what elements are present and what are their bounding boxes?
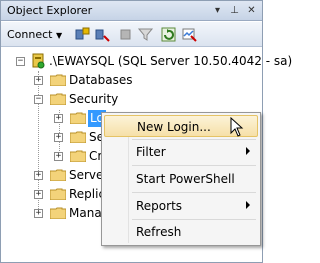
menu-item-filter[interactable]: Filter bbox=[104, 141, 258, 163]
tree-node-server-roles[interactable]: + Se bbox=[13, 128, 104, 148]
folder-icon bbox=[70, 131, 86, 143]
tree-node-logins[interactable]: + Lo bbox=[13, 109, 106, 129]
chevron-down-icon: ▼ bbox=[55, 31, 63, 40]
menu-item-label: New Login... bbox=[137, 120, 211, 134]
node-label: Databases bbox=[69, 73, 133, 87]
expand-icon[interactable]: + bbox=[34, 171, 43, 180]
collapse-icon[interactable]: − bbox=[16, 57, 25, 66]
menu-item-label: Reports bbox=[136, 199, 183, 213]
expand-icon[interactable]: + bbox=[54, 133, 63, 142]
submenu-arrow-icon bbox=[246, 201, 250, 209]
refresh-icon[interactable] bbox=[161, 27, 176, 42]
submenu-arrow-icon bbox=[246, 147, 250, 155]
menu-item-label: Filter bbox=[136, 145, 166, 159]
collapse-icon[interactable]: − bbox=[34, 95, 43, 104]
expand-icon[interactable]: + bbox=[54, 152, 63, 161]
tree-node-management[interactable]: + Manag bbox=[13, 204, 109, 224]
stop-icon[interactable] bbox=[118, 27, 133, 42]
expand-icon[interactable]: + bbox=[34, 76, 43, 85]
folder-icon bbox=[50, 74, 66, 86]
tree-node-databases[interactable]: + Databases bbox=[13, 71, 213, 91]
expand-icon[interactable]: + bbox=[34, 190, 43, 199]
menu-item-label: Refresh bbox=[136, 225, 182, 239]
folder-icon bbox=[70, 112, 86, 124]
panel-title: Object Explorer bbox=[7, 4, 93, 17]
close-icon[interactable]: ✕ bbox=[245, 4, 258, 17]
connect-object-explorer-icon[interactable] bbox=[75, 27, 90, 42]
node-label: Replic bbox=[69, 187, 106, 201]
pin-icon[interactable]: ⊥ bbox=[228, 4, 241, 17]
tree-node-server[interactable]: − .\EWAYSQL (SQL Server 10.50.4042 - sa) bbox=[13, 52, 292, 72]
tree-node-security[interactable]: − Security bbox=[13, 90, 213, 110]
connect-label: Connect bbox=[7, 28, 53, 41]
folder-icon bbox=[50, 169, 66, 181]
server-name: .\EWAYSQL (SQL Server 10.50.4042 - sa) bbox=[49, 54, 293, 68]
menu-separator bbox=[132, 192, 256, 193]
menu-separator bbox=[132, 139, 256, 140]
menu-item-start-powershell[interactable]: Start PowerShell bbox=[104, 168, 258, 190]
tree-node-server-objects[interactable]: + Server bbox=[13, 166, 108, 186]
activity-monitor-icon[interactable] bbox=[182, 27, 197, 42]
dropdown-icon[interactable]: ▾ bbox=[211, 4, 224, 17]
object-explorer-panel: Object Explorer ▾ ⊥ ✕ Connect ▼ − .\EWAY… bbox=[0, 0, 292, 263]
connect-button[interactable]: Connect ▼ bbox=[7, 28, 62, 41]
menu-item-reports[interactable]: Reports bbox=[104, 195, 258, 217]
node-label: Security bbox=[69, 92, 119, 106]
title-bar: Object Explorer ▾ ⊥ ✕ bbox=[1, 1, 262, 21]
folder-icon bbox=[50, 188, 66, 200]
toolbar: Connect ▼ bbox=[1, 22, 262, 47]
filter-icon[interactable] bbox=[138, 27, 153, 42]
database-server-icon bbox=[32, 53, 45, 69]
expand-icon[interactable]: + bbox=[54, 114, 63, 123]
disconnect-icon[interactable] bbox=[95, 27, 110, 42]
mouse-cursor-icon bbox=[230, 117, 244, 137]
menu-item-label: Start PowerShell bbox=[136, 172, 235, 186]
expand-icon[interactable]: + bbox=[34, 209, 43, 218]
menu-item-refresh[interactable]: Refresh bbox=[104, 221, 258, 243]
menu-separator bbox=[132, 219, 256, 220]
menu-separator bbox=[132, 165, 256, 166]
folder-icon bbox=[70, 150, 86, 162]
tree-node-replication[interactable]: + Replic bbox=[13, 185, 106, 205]
tree-node-credentials[interactable]: + Cr bbox=[13, 147, 103, 167]
folder-open-icon bbox=[50, 93, 66, 105]
folder-icon bbox=[50, 207, 66, 219]
